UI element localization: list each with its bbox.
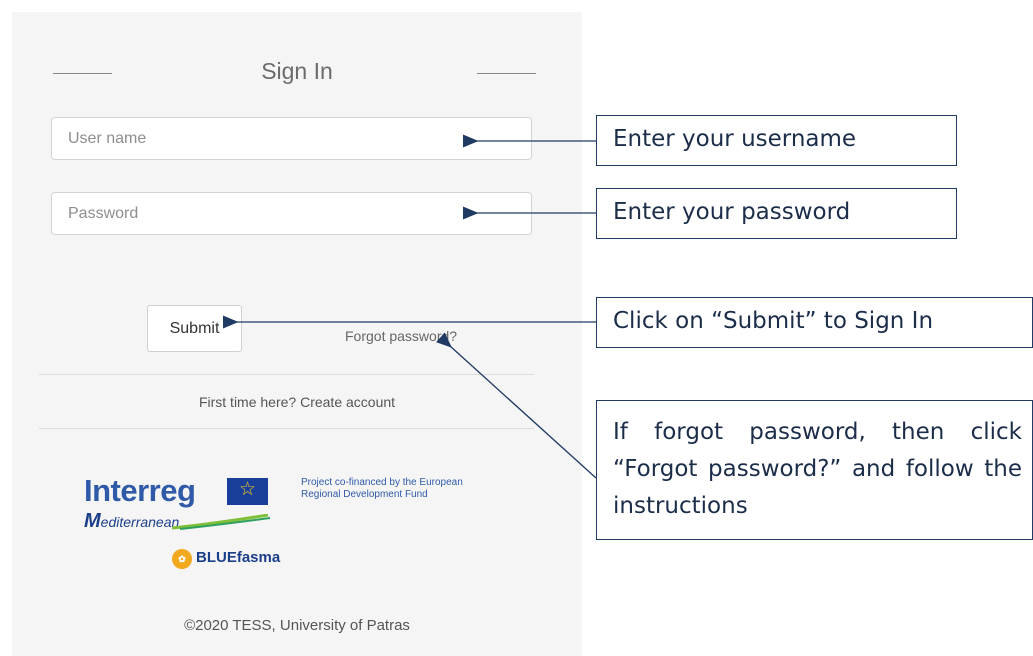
callout-username: Enter your username (596, 115, 957, 166)
callout-submit: Click on “Submit” to Sign In (596, 297, 1033, 348)
callout-forgot-password: If forgot password, then click “Forgot p… (596, 400, 1033, 540)
callout-password: Enter your password (596, 188, 957, 239)
arrow-forgot (435, 332, 597, 479)
